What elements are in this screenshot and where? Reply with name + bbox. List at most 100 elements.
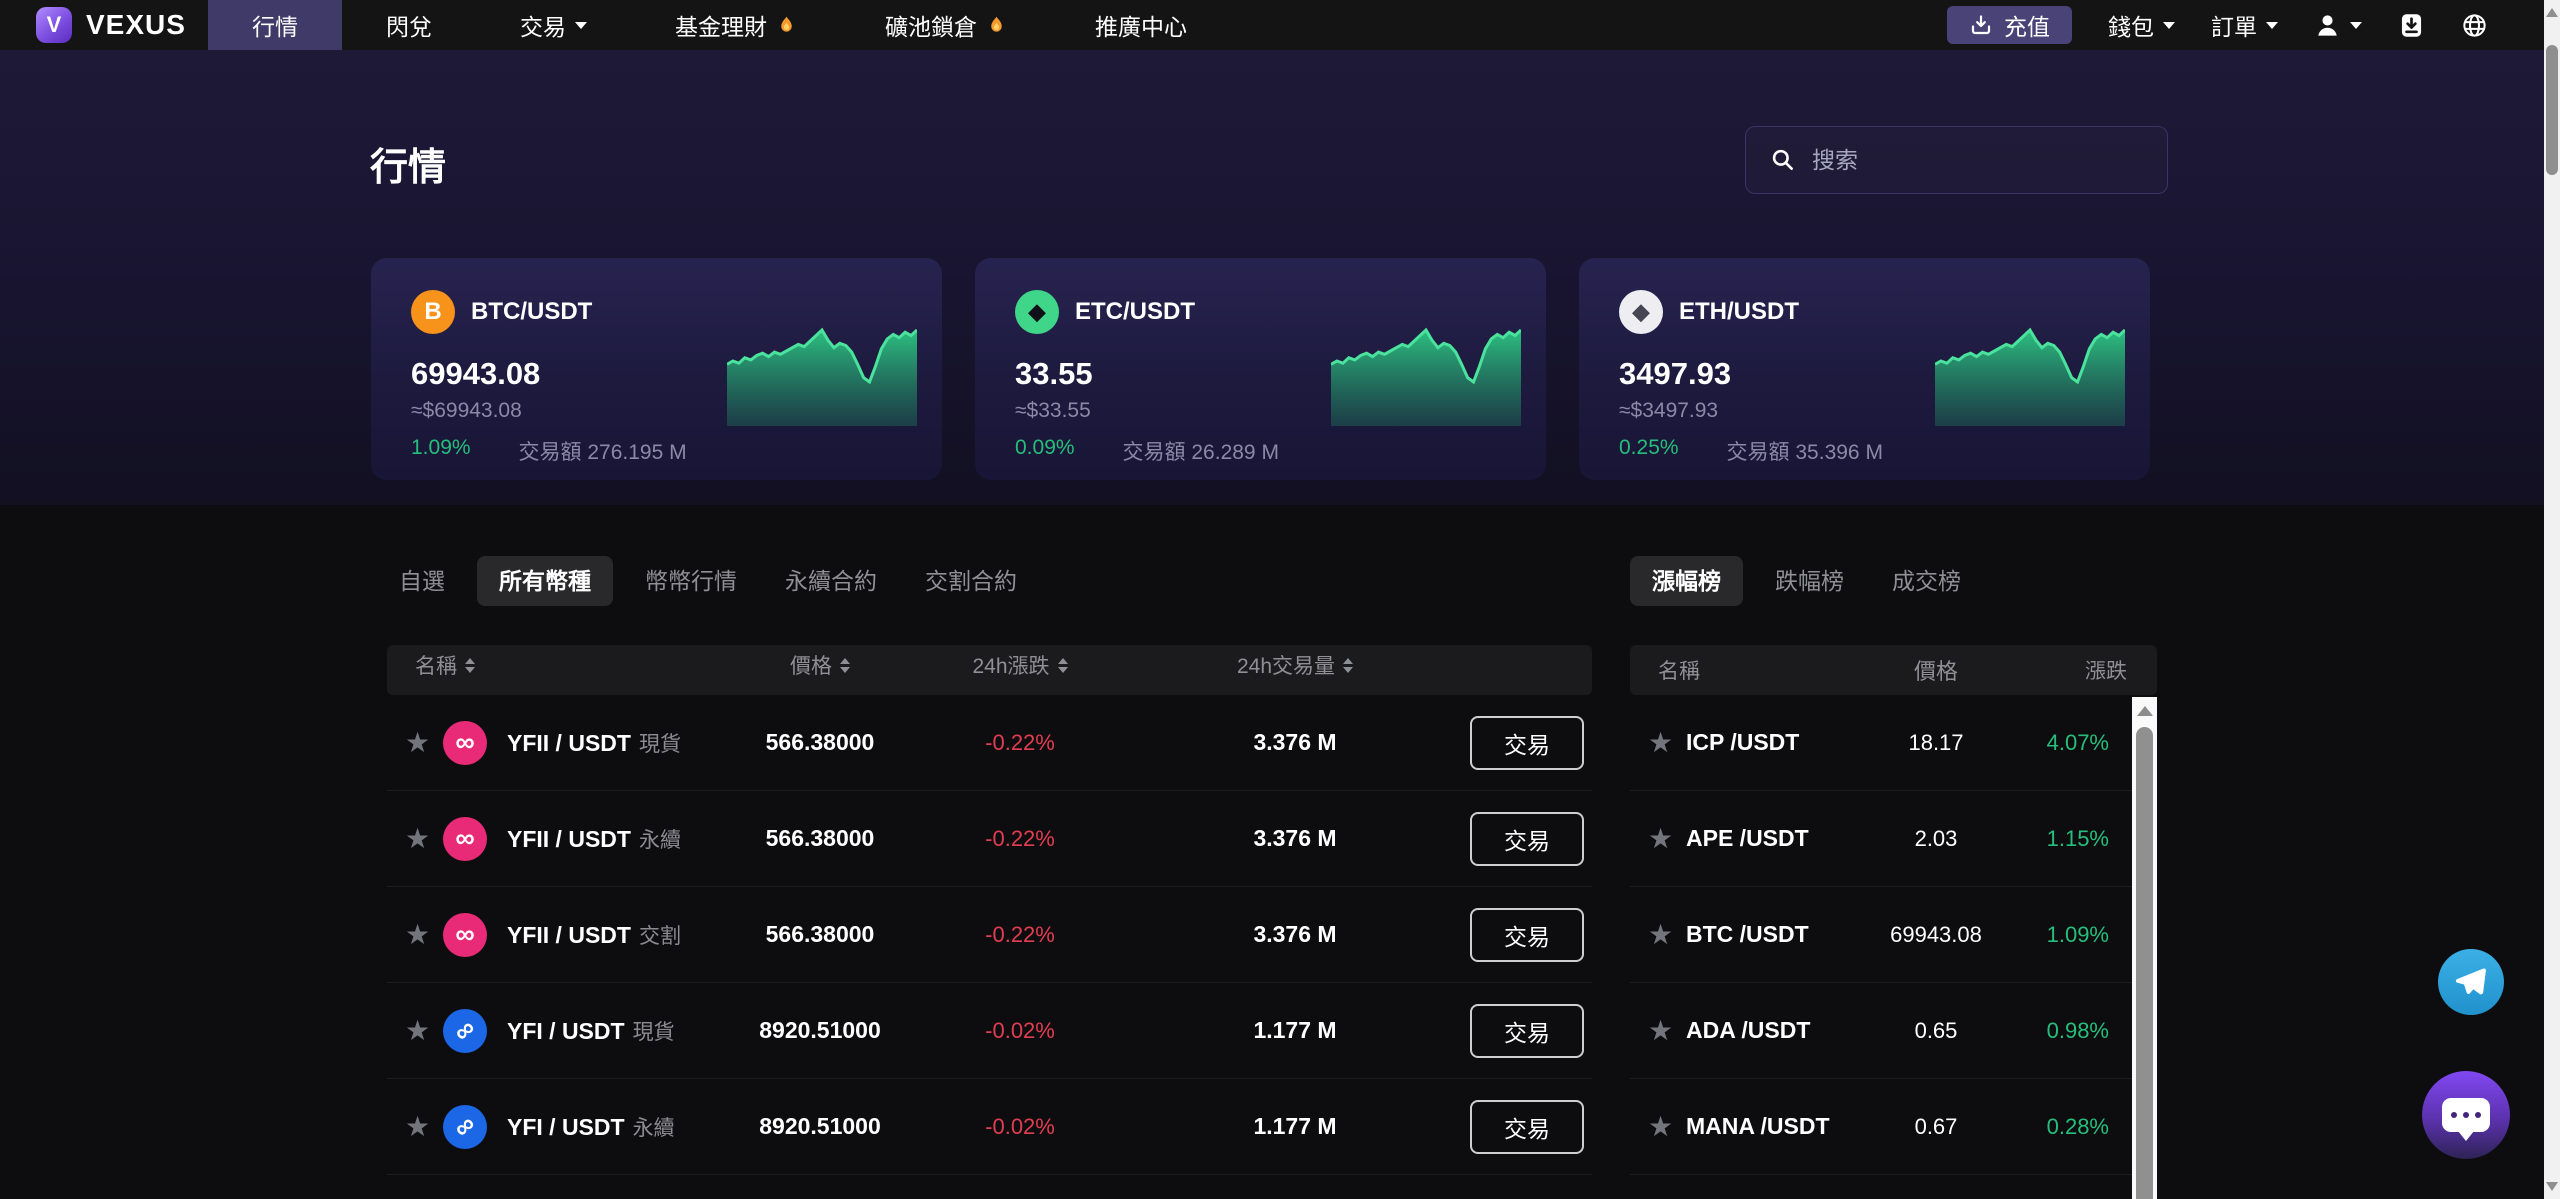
pair-24h-change: -0.22% xyxy=(920,922,1120,948)
ticker-meta: 1.09%交易額 276.195 M xyxy=(411,436,942,466)
nav-item-2[interactable]: 閃兌 xyxy=(342,0,476,50)
ticker-volume: 交易額 35.396 M xyxy=(1727,436,1883,466)
star-favorite-icon[interactable]: ★ xyxy=(405,727,430,758)
pair-symbol: YFI / USDT xyxy=(507,1018,625,1044)
rank-tab-1[interactable]: 漲幅榜 xyxy=(1630,556,1743,606)
column-label: 價格 xyxy=(790,650,832,680)
rank-table-row[interactable]: ★ADA /USDT0.650.98% xyxy=(1630,983,2133,1079)
ticker-meta: 0.09%交易額 26.289 M xyxy=(1015,436,1546,466)
telegram-button[interactable] xyxy=(2438,949,2504,1015)
trade-button[interactable]: 交易 xyxy=(1470,908,1584,962)
price-sparkline-chart xyxy=(1331,326,1521,426)
pair-24h-volume: 3.376 M xyxy=(1120,825,1470,852)
pair-24h-volume: 3.376 M xyxy=(1120,921,1470,948)
vexus-logo-icon: V xyxy=(36,7,72,43)
brand[interactable]: V VEXUS xyxy=(36,7,186,43)
chat-support-button[interactable] xyxy=(2422,1071,2510,1159)
nav-item-label: 交易 xyxy=(520,8,566,42)
account-menu[interactable] xyxy=(2314,12,2362,39)
ticker-volume: 交易額 26.289 M xyxy=(1123,436,1279,466)
nav-item-1[interactable]: 行情 xyxy=(208,0,342,50)
rank-pair-change: 0.28% xyxy=(2016,1114,2133,1140)
star-favorite-icon[interactable]: ★ xyxy=(1648,919,1673,950)
star-favorite-icon[interactable]: ★ xyxy=(405,1015,430,1046)
ticker-card-btc[interactable]: BBTC/USDT69943.08≈$69943.081.09%交易額 276.… xyxy=(371,258,942,480)
nav-item-3[interactable]: 交易 xyxy=(476,0,631,50)
language-button[interactable] xyxy=(2461,12,2488,39)
market-tab-1[interactable]: 自選 xyxy=(383,556,461,606)
wallet-menu[interactable]: 錢包 xyxy=(2108,8,2175,42)
rank-pair-name: MANA /USDT xyxy=(1686,1113,1856,1140)
trade-button[interactable]: 交易 xyxy=(1470,716,1584,770)
pair-price: 8920.51000 xyxy=(720,1113,920,1140)
rank-table-row[interactable]: ★ICP /USDT18.174.07% xyxy=(1630,695,2133,791)
market-tab-5[interactable]: 交割合約 xyxy=(909,556,1033,606)
nav-item-6[interactable]: 推廣中心 xyxy=(1051,0,1231,50)
column-header-24h-volume[interactable]: 24h交易量 xyxy=(1120,650,1470,680)
rank-pair-name: BTC /USDT xyxy=(1686,921,1856,948)
deposit-button[interactable]: 充值 xyxy=(1947,6,2072,44)
favorite-cell: ★ xyxy=(1630,726,1686,759)
trade-button[interactable]: 交易 xyxy=(1470,1100,1584,1154)
ticker-pair-label: ETH/USDT xyxy=(1679,298,1799,326)
brand-name: VEXUS xyxy=(86,9,186,41)
market-tab-2[interactable]: 所有幣種 xyxy=(477,556,613,606)
market-tab-4[interactable]: 永續合約 xyxy=(769,556,893,606)
deposit-label: 充值 xyxy=(2004,8,2050,42)
star-favorite-icon[interactable]: ★ xyxy=(1648,823,1673,854)
star-favorite-icon[interactable]: ★ xyxy=(1648,727,1673,758)
trade-button[interactable]: 交易 xyxy=(1470,812,1584,866)
search-box[interactable] xyxy=(1745,126,2168,194)
page-title: 行情 xyxy=(370,136,446,191)
market-type-tag: 現貨 xyxy=(633,1021,675,1044)
rank-table-row[interactable]: ★MANA /USDT0.670.28% xyxy=(1630,1079,2133,1175)
favorite-cell: ★ xyxy=(387,918,443,951)
market-table-row[interactable]: ★∞YFII / USDT永續566.38000-0.22%3.376 M交易 xyxy=(387,791,1592,887)
star-favorite-icon[interactable]: ★ xyxy=(405,919,430,950)
market-table-row[interactable]: ★∞YFII / USDT現貨566.38000-0.22%3.376 M交易 xyxy=(387,695,1592,791)
pair-symbol: YFII / USDT xyxy=(507,922,631,948)
nav-item-4[interactable]: 基金理財 xyxy=(631,0,841,50)
nav-item-5[interactable]: 礦池鎖倉 xyxy=(841,0,1051,50)
pair-24h-volume: 1.177 M xyxy=(1120,1017,1470,1044)
ticker-card-eth[interactable]: ◆ETH/USDT3497.93≈$3497.930.25%交易額 35.396… xyxy=(1579,258,2150,480)
star-favorite-icon[interactable]: ★ xyxy=(405,1111,430,1142)
scrollbar-thumb[interactable] xyxy=(2136,727,2153,1199)
price-sparkline-chart xyxy=(1935,326,2125,426)
chevron-down-icon xyxy=(575,22,587,29)
orders-menu[interactable]: 訂單 xyxy=(2211,8,2278,42)
star-favorite-icon[interactable]: ★ xyxy=(1648,1015,1673,1046)
rank-table-row[interactable]: ★BTC /USDT69943.081.09% xyxy=(1630,887,2133,983)
search-icon xyxy=(1770,147,1796,173)
ticker-pair-label: BTC/USDT xyxy=(471,298,592,326)
ticker-cards: BBTC/USDT69943.08≈$69943.081.09%交易額 276.… xyxy=(371,258,2150,480)
pair-price: 566.38000 xyxy=(720,729,920,756)
rank-pair-name: ADA /USDT xyxy=(1686,1017,1856,1044)
rank-column-change: 漲跌 xyxy=(2016,655,2157,685)
market-table-row[interactable]: ★∞YFI / USDT現貨8920.51000-0.02%1.177 M交易 xyxy=(387,983,1592,1079)
ticker-card-etc[interactable]: ◆ETC/USDT33.55≈$33.550.09%交易額 26.289 M xyxy=(975,258,1546,480)
column-header-name[interactable]: 名稱 xyxy=(387,650,720,680)
rank-table-row[interactable]: ★APE /USDT2.031.15% xyxy=(1630,791,2133,887)
page-scrollbar[interactable] xyxy=(2544,0,2560,1199)
rank-tab-3[interactable]: 成交榜 xyxy=(1876,556,1977,606)
scroll-up-arrow-icon[interactable] xyxy=(2546,8,2558,17)
star-favorite-icon[interactable]: ★ xyxy=(1648,1111,1673,1142)
scroll-down-arrow-icon[interactable] xyxy=(2546,1182,2558,1191)
market-tab-3[interactable]: 幣幣行情 xyxy=(629,556,753,606)
column-header-price[interactable]: 價格 xyxy=(720,650,920,680)
column-header-24h-change[interactable]: 24h漲跌 xyxy=(920,650,1120,680)
market-table-row[interactable]: ★∞YFII / USDT交割566.38000-0.22%3.376 M交易 xyxy=(387,887,1592,983)
rank-list-scrollbar[interactable] xyxy=(2132,697,2157,1199)
nav-item-label: 基金理財 xyxy=(675,8,767,42)
rank-tab-2[interactable]: 跌幅榜 xyxy=(1759,556,1860,606)
scrollbar-thumb[interactable] xyxy=(2546,45,2558,175)
navbar-right: 充值 錢包 訂單 xyxy=(1947,6,2488,44)
star-favorite-icon[interactable]: ★ xyxy=(405,823,430,854)
search-input[interactable] xyxy=(1812,147,2143,174)
trade-button[interactable]: 交易 xyxy=(1470,1004,1584,1058)
scroll-up-arrow-icon[interactable] xyxy=(2137,706,2153,716)
app-download-button[interactable] xyxy=(2398,12,2425,39)
market-tabs: 自選所有幣種幣幣行情永續合約交割合約 xyxy=(383,556,1033,606)
market-table-row[interactable]: ★∞YFI / USDT永續8920.51000-0.02%1.177 M交易 xyxy=(387,1079,1592,1175)
